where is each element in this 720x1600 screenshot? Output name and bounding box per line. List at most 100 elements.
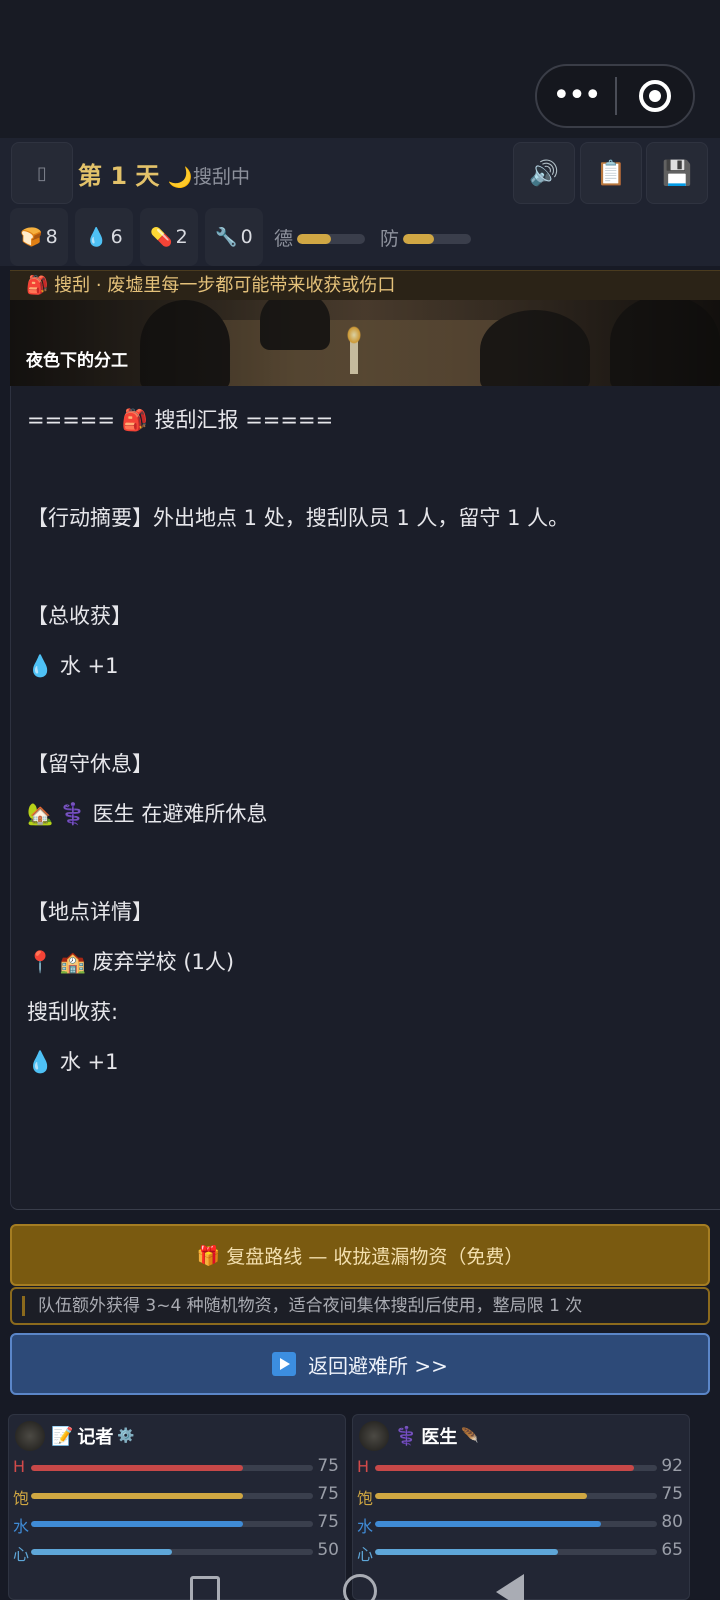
banner-text: 搜刮 · 废墟里每一步都可能带来收获或伤口 xyxy=(54,275,396,296)
location-header: 【地点详情】 xyxy=(27,900,153,924)
sound-button[interactable]: 🔊 xyxy=(513,142,575,204)
health-fill xyxy=(375,1465,635,1471)
virtue-label: 德 xyxy=(274,228,294,250)
log-button[interactable]: 📋 xyxy=(580,142,642,204)
mood-track xyxy=(375,1549,657,1555)
mood-value: 65 xyxy=(661,1540,683,1560)
bread-icon: 🍞 xyxy=(20,226,43,248)
resource-food: 🍞 8 xyxy=(10,208,68,266)
satiety-track xyxy=(375,1493,657,1499)
menu-button[interactable]: ▯ xyxy=(11,142,73,204)
save-button[interactable]: 💾 xyxy=(646,142,708,204)
satiety-label: 饱 xyxy=(13,1489,30,1508)
health-value: 75 xyxy=(317,1456,339,1476)
hydration-value: 75 xyxy=(317,1512,339,1532)
recent-apps-button[interactable] xyxy=(190,1576,220,1600)
health-track xyxy=(31,1465,313,1471)
location-line: 📍 🏫 废弃学校 (1人) xyxy=(27,950,235,974)
satiety-bar: 饱 75 xyxy=(13,1484,339,1508)
satiety-bar: 饱 75 xyxy=(357,1484,683,1508)
health-track xyxy=(375,1465,657,1471)
health-bar: H 92 xyxy=(357,1456,683,1477)
mood-bar: 心 65 xyxy=(357,1540,683,1564)
avatar xyxy=(15,1421,45,1451)
gift-icon: 🎁 xyxy=(196,1244,221,1267)
speaker-icon: 🔊 xyxy=(529,159,559,187)
hydration-track xyxy=(375,1521,657,1527)
game-header: ▯ 第 1 天 🌙 搜刮中 🔊 📋 💾 🍞 8 💧 6 💊 2 🔧 0 德 防 xyxy=(0,138,720,266)
satiety-track xyxy=(31,1493,313,1499)
hydration-bar: 水 75 xyxy=(13,1512,339,1536)
review-route-button[interactable]: 🎁 复盘路线 — 收拢遗漏物资（免费） xyxy=(10,1224,710,1286)
menu-icon: ▯ xyxy=(37,162,47,184)
close-miniprogram-button[interactable] xyxy=(617,80,693,112)
home-button[interactable] xyxy=(343,1574,377,1600)
virtue-bar-fill xyxy=(297,234,331,244)
satiety-fill xyxy=(375,1493,587,1499)
report-title: ===== 🎒 搜刮汇报 ===== xyxy=(27,408,334,432)
backpack-icon: 🎒 xyxy=(121,408,148,432)
hydration-label: 水 xyxy=(357,1517,374,1536)
hydration-fill xyxy=(375,1521,601,1527)
loot-line: 💧 水 +1 xyxy=(27,1050,119,1074)
scene-illustration: 夜色下的分工 xyxy=(10,300,720,386)
hydration-label: 水 xyxy=(13,1517,30,1536)
resource-water: 💧 6 xyxy=(75,208,133,266)
water-drop-icon: 💧 xyxy=(85,226,108,248)
hydration-bar: 水 80 xyxy=(357,1512,683,1536)
phase-banner: 🎒 搜刮 · 废墟里每一步都可能带来收获或伤口 xyxy=(10,270,720,300)
hydration-fill xyxy=(31,1521,243,1527)
mood-bar: 心 50 xyxy=(13,1540,339,1564)
satiety-value: 75 xyxy=(661,1484,683,1504)
day-label: 第 1 天 🌙 xyxy=(78,162,193,190)
miniprogram-capsule: ••• xyxy=(535,64,695,128)
phase-status: 搜刮中 xyxy=(193,166,251,188)
mood-fill xyxy=(31,1549,172,1555)
clipboard-icon: 📋 xyxy=(596,159,626,187)
moon-icon: 🌙 xyxy=(167,165,193,189)
health-bar: H 75 xyxy=(13,1456,339,1477)
backpack-icon: 🎒 xyxy=(26,275,49,296)
mood-value: 50 xyxy=(317,1540,339,1560)
defense-label: 防 xyxy=(380,228,400,250)
health-fill xyxy=(31,1465,243,1471)
defense-bar xyxy=(403,234,471,244)
review-route-note: 队伍额外获得 3~4 种随机物资，适合夜间集体搜刮后使用，整局限 1 次 xyxy=(10,1287,710,1325)
loot-header: 搜刮收获: xyxy=(27,1000,119,1024)
virtue-bar xyxy=(297,234,365,244)
hydration-track xyxy=(31,1521,313,1527)
back-button[interactable] xyxy=(496,1574,524,1600)
resource-tools: 🔧 0 xyxy=(205,208,263,266)
return-to-shelter-button[interactable]: 返回避难所 >> xyxy=(10,1333,710,1395)
target-icon xyxy=(639,80,671,112)
system-nav-bar xyxy=(0,1568,720,1600)
gain-line: 💧 水 +1 xyxy=(27,654,119,678)
mood-fill xyxy=(375,1549,559,1555)
hydration-value: 80 xyxy=(661,1512,683,1532)
satiety-value: 75 xyxy=(317,1484,339,1504)
health-label: H xyxy=(357,1457,370,1476)
memo-icon: 📝 xyxy=(51,1425,74,1447)
feather-icon: 🪶 xyxy=(461,1428,479,1444)
satiety-label: 饱 xyxy=(357,1489,374,1508)
play-icon xyxy=(272,1352,297,1376)
mood-label: 心 xyxy=(13,1545,30,1564)
scene-caption: 夜色下的分工 xyxy=(26,351,128,371)
more-options-icon[interactable]: ••• xyxy=(537,64,615,128)
rest-header: 【留守休息】 xyxy=(27,752,153,776)
gain-header: 【总收获】 xyxy=(27,604,132,628)
health-value: 92 xyxy=(661,1456,683,1476)
medical-icon: ⚕️ xyxy=(395,1425,418,1447)
floppy-icon: 💾 xyxy=(662,159,692,187)
satiety-fill xyxy=(31,1493,243,1499)
wrench-icon: 🔧 xyxy=(215,226,238,248)
report-summary: 【行动摘要】外出地点 1 处，搜刮队员 1 人，留守 1 人。 xyxy=(27,506,570,530)
top-status-area: ••• xyxy=(0,0,720,138)
health-label: H xyxy=(13,1457,26,1476)
avatar xyxy=(359,1421,389,1451)
mood-track xyxy=(31,1549,313,1555)
gear-icon: ⚙️ xyxy=(117,1428,135,1444)
defense-bar-fill xyxy=(403,234,434,244)
rest-line: 🏡 ⚕️ 医生 在避难所休息 xyxy=(27,802,268,826)
character-name: ⚕️ 医生 🪶 xyxy=(395,1425,479,1449)
